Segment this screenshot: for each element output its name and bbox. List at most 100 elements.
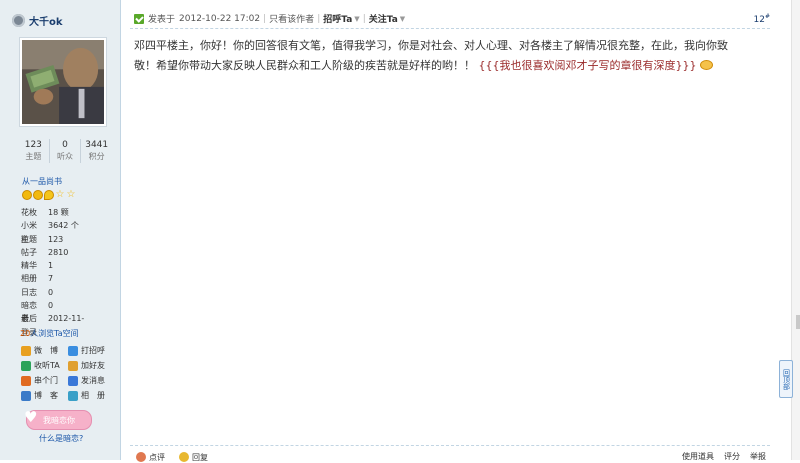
profile-row: 帖子 2810 — [21, 246, 113, 259]
profile-value: 2012-11- — [48, 314, 85, 324]
profile-value: 7 — [48, 274, 54, 284]
greet-label: 招呼Ta — [323, 15, 353, 25]
action-label: 打招呼 — [81, 346, 105, 355]
rank-medals: ☆ ☆ — [22, 190, 76, 200]
avatar[interactable] — [19, 37, 107, 127]
only-author-link[interactable]: 只看该作者 — [269, 12, 314, 25]
avatar-image — [22, 40, 104, 124]
profile-info: 花枚 18 颗 小米粒 3642 个 主题 123 帖子 2810 精华 1 相册 7 日志… — [21, 206, 113, 337]
report-button[interactable]: 举报 — [750, 451, 766, 463]
author-stats: 123 主题 0 听众 3441 积分 — [18, 139, 112, 163]
divider: | — [362, 13, 366, 24]
stat-label: 主题 — [25, 152, 42, 161]
stat-label: 听众 — [57, 152, 73, 161]
profile-value: 0 — [48, 301, 54, 311]
message-icon — [68, 375, 78, 386]
reply-icon — [179, 452, 189, 462]
visitors-link[interactable]: 20人浏览Ta空间 — [20, 328, 79, 339]
online-post-icon — [134, 13, 144, 24]
add-friend-button[interactable]: 加好友 — [68, 360, 115, 371]
stat-points[interactable]: 3441 积分 — [81, 139, 112, 163]
album-icon — [68, 390, 78, 401]
sun-medal-icon — [33, 190, 43, 200]
post-footer: 点评 回复 使用道具 评分 举报 — [136, 451, 766, 463]
crush-button-label: 我暗恋你 — [43, 415, 75, 425]
rank-title-link[interactable]: 从一品尚书 — [22, 176, 62, 187]
stat-label: 积分 — [88, 152, 105, 161]
profile-key: 精华 — [21, 261, 37, 271]
message-button[interactable]: 发消息 — [68, 375, 115, 386]
emoticon-icon — [700, 60, 713, 70]
profile-value: 3642 个 — [48, 221, 79, 231]
profile-key: 花枚 — [21, 208, 37, 217]
profile-key: 最后登录 — [21, 314, 37, 337]
action-label: 串个门 — [34, 376, 58, 385]
rate-button[interactable]: 评分 — [724, 451, 740, 463]
blog-icon — [21, 390, 31, 401]
divider: | — [317, 13, 321, 24]
author-row: 大千ok — [12, 12, 63, 28]
reply-label: 回复 — [192, 452, 208, 462]
stat-value: 3441 — [85, 140, 109, 150]
use-item-button[interactable]: 使用道具 — [682, 451, 714, 463]
footer-right-actions: 使用道具 评分 举报 — [682, 451, 766, 463]
secret-crush-button[interactable]: ♥ 我暗恋你 — [24, 409, 92, 430]
profile-value: 18 颗 — [48, 208, 69, 217]
greet-icon — [68, 345, 78, 356]
floor-sup: # — [764, 12, 770, 20]
weibo-button[interactable]: 微 博 — [21, 345, 68, 356]
back-to-top-button[interactable]: 回顶部 — [779, 360, 793, 398]
greet-button[interactable]: 打招呼 — [68, 345, 115, 356]
star-medal-icon: ☆ — [66, 189, 76, 200]
stat-value: 123 — [24, 140, 42, 150]
follow-button[interactable]: 收听TA — [21, 360, 68, 371]
divider: | — [263, 13, 267, 24]
action-label: 加好友 — [81, 361, 105, 370]
profile-value: 123 — [48, 234, 64, 244]
reply-button[interactable]: 回复 — [179, 451, 208, 463]
author-name-link[interactable]: 大千ok — [29, 13, 63, 28]
comment-label: 点评 — [149, 452, 165, 462]
profile-row: 相册 7 — [21, 272, 113, 285]
profile-row: 最后登录 2012-11- — [21, 312, 113, 337]
profile-key: 帖子 — [21, 247, 37, 257]
profile-row: 日志 0 — [21, 286, 113, 299]
online-status-icon — [12, 13, 25, 27]
visit-button[interactable]: 串个门 — [21, 375, 68, 386]
greet-dropdown[interactable]: 招呼Ta ▼ — [323, 12, 360, 26]
comment-icon — [136, 452, 146, 462]
profile-row: 花枚 18 颗 — [21, 206, 113, 219]
action-label: 博 客 — [34, 391, 58, 400]
chevron-down-icon: ▼ — [354, 14, 360, 23]
home-icon — [21, 375, 31, 386]
profile-value: 2810 — [48, 247, 69, 257]
profile-row: 主题 123 — [21, 233, 113, 246]
follow-dropdown[interactable]: 关注Ta ▼ — [368, 12, 405, 26]
post-header: 发表于 2012-10-22 17:02 | 只看该作者 | 招呼Ta ▼ | 关… — [134, 11, 770, 26]
profile-value: 0 — [48, 287, 54, 297]
header-divider — [130, 28, 770, 29]
album-button[interactable]: 相 册 — [68, 390, 115, 401]
star-medal-icon: ☆ — [55, 189, 65, 200]
scrollbar-thumb[interactable] — [796, 315, 800, 329]
stat-value: 0 — [62, 140, 68, 150]
moon-medal-icon — [44, 190, 54, 200]
floor-number-link[interactable]: 12# — [754, 13, 770, 25]
floor-number: 12 — [753, 14, 765, 25]
action-label: 微 博 — [34, 346, 58, 355]
stat-topics[interactable]: 123 主题 — [18, 139, 50, 163]
comment-button[interactable]: 点评 — [136, 451, 165, 463]
blog-button[interactable]: 博 客 — [21, 390, 68, 401]
author-sidebar: 大千ok 123 主题 0 听众 3441 积分 从一品尚书 ☆ ☆ 花枚 18… — [0, 0, 121, 460]
author-actions: 微 博 打招呼 收听TA 加好友 串个门 发消息 博 客 相 册 — [21, 345, 116, 401]
post-quote-text: {{{我也很喜欢阅邓才子写的章很有深度}}} — [478, 59, 697, 72]
what-is-crush-link[interactable]: 什么是暗恋? — [39, 433, 83, 444]
profile-key: 小米粒 — [21, 221, 37, 244]
follow-label: 关注Ta — [368, 15, 398, 25]
stat-listeners[interactable]: 0 听众 — [50, 139, 82, 163]
posted-prefix: 发表于 — [148, 15, 176, 25]
profile-key: 日志 — [21, 287, 37, 297]
sun-medal-icon — [22, 190, 32, 200]
visitor-text: 人浏览Ta空间 — [30, 329, 79, 338]
profile-key: 主题 — [21, 234, 37, 244]
